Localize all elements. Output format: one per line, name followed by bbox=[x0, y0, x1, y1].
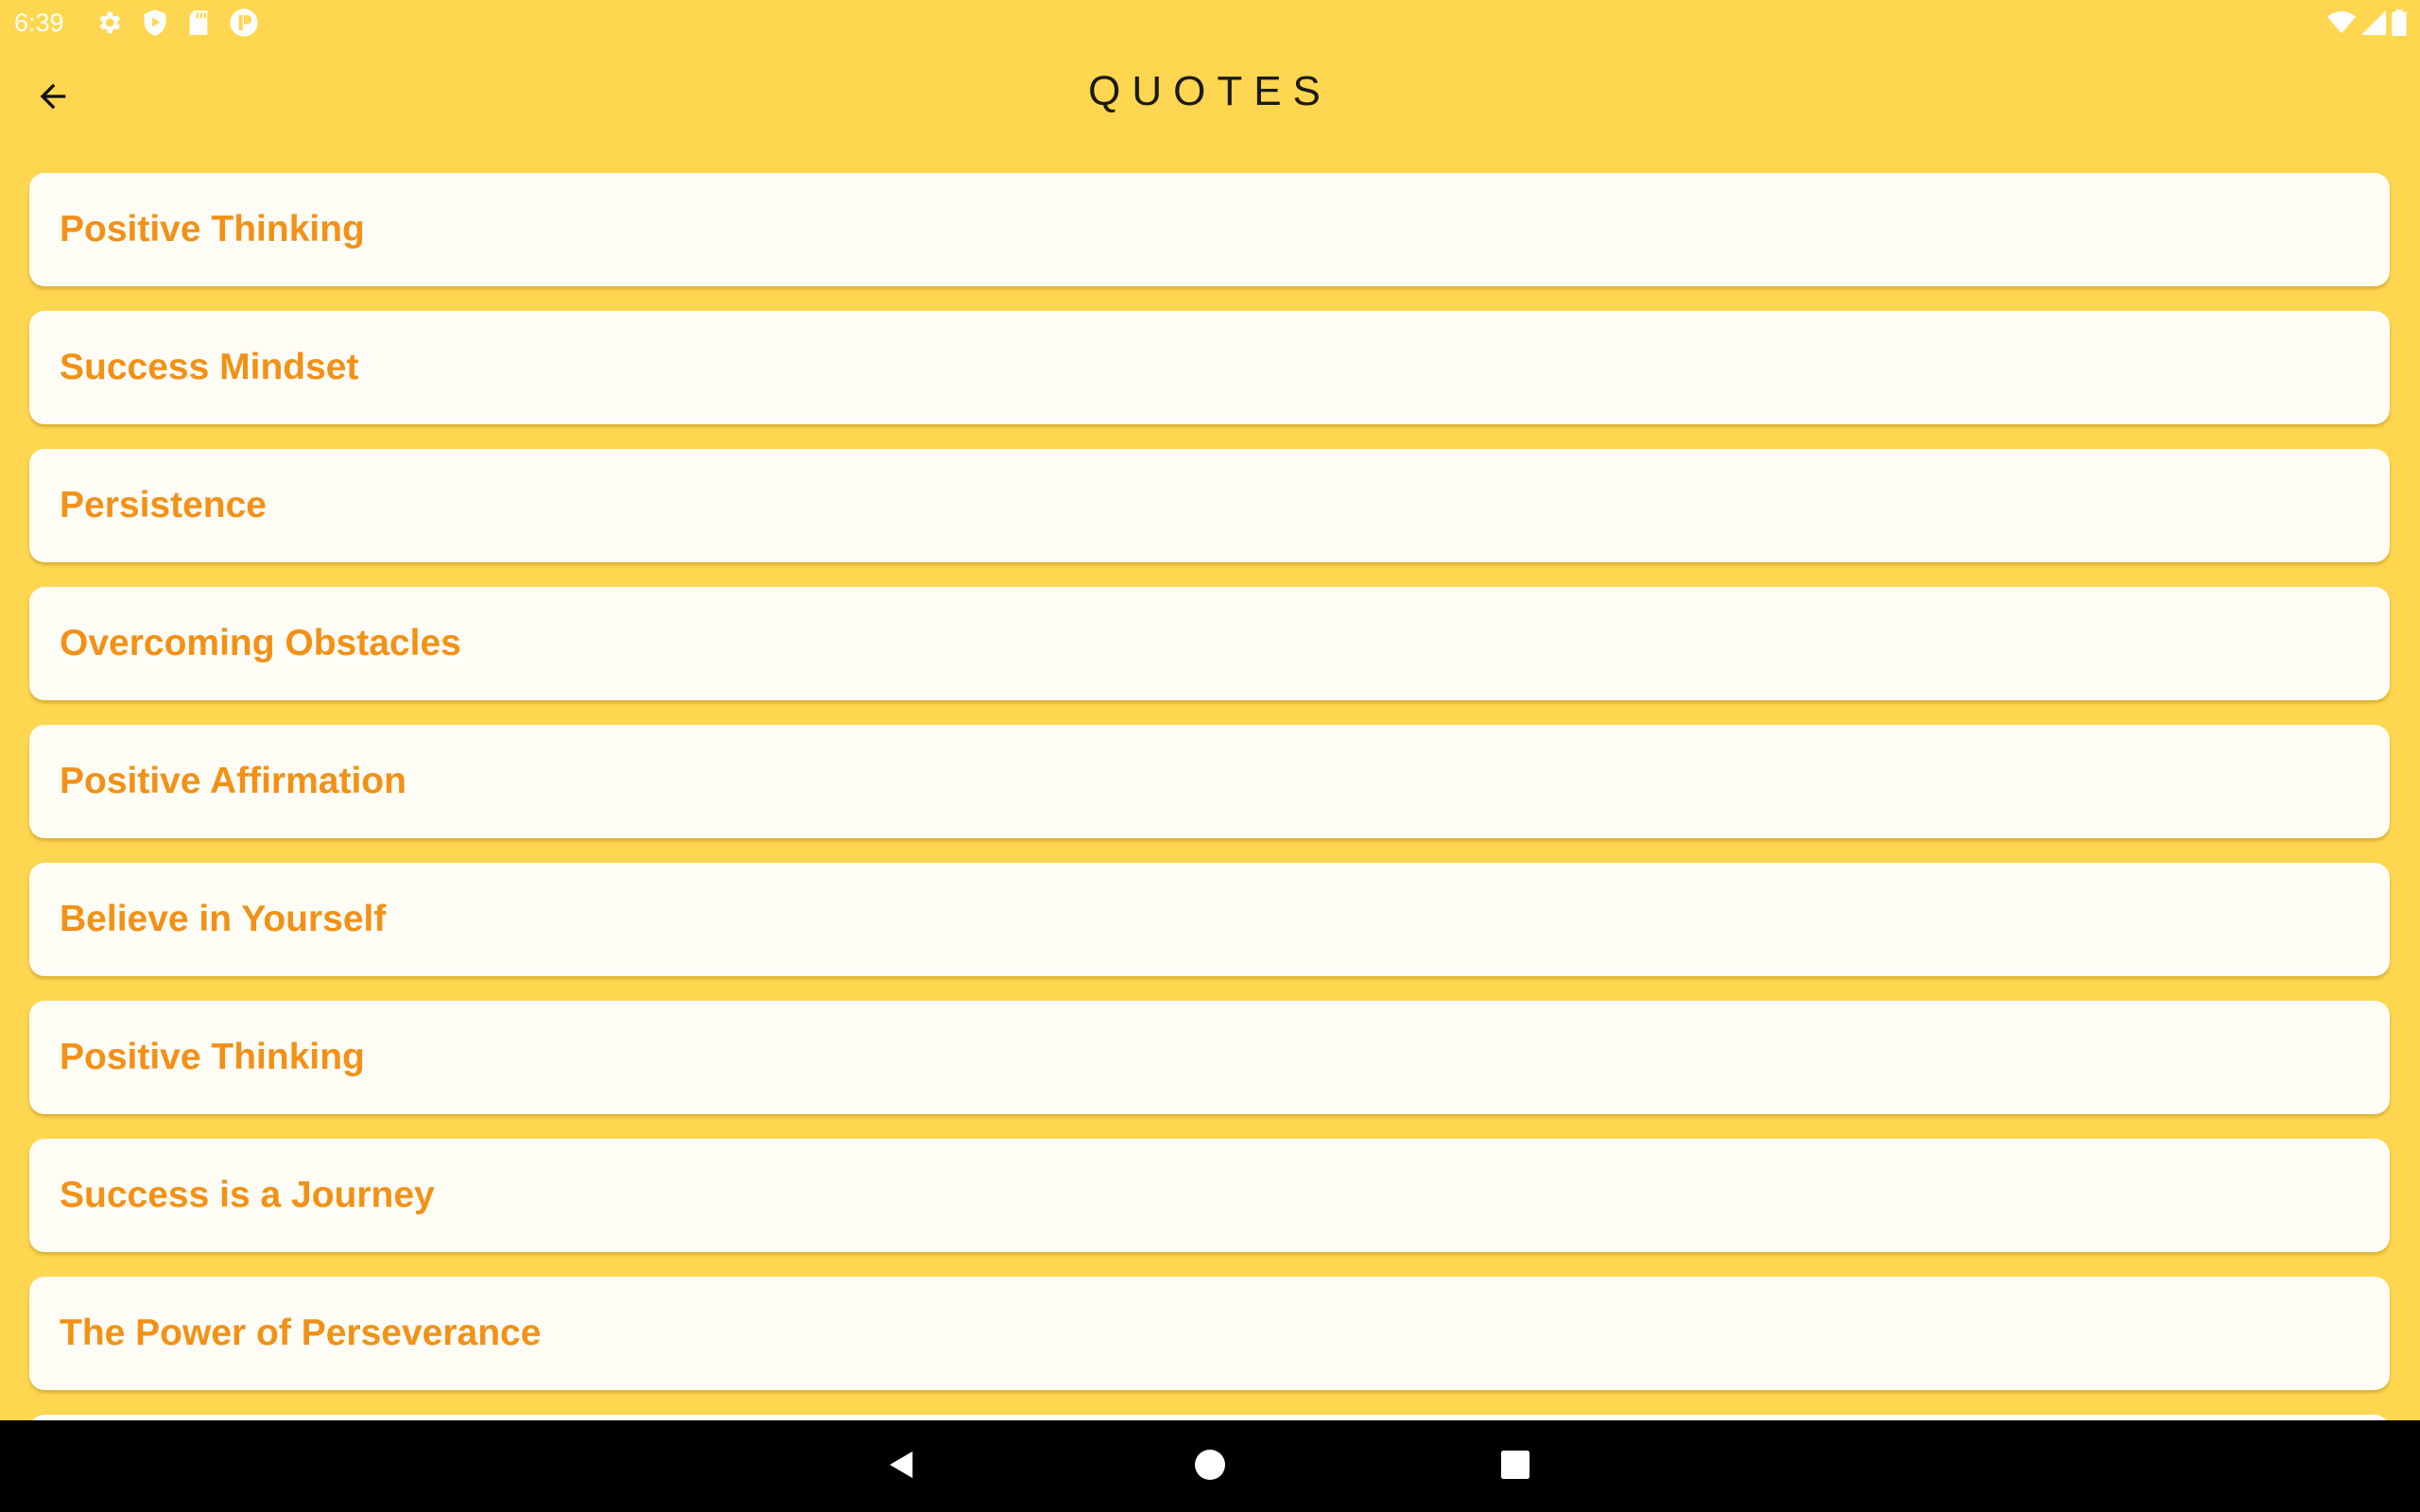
list-item-label: Success is a Journey bbox=[60, 1175, 435, 1215]
list-item[interactable]: Believe in Yourself bbox=[29, 863, 2390, 976]
recents-square-icon bbox=[1501, 1450, 1530, 1484]
signal-icon bbox=[2361, 10, 2386, 35]
list-item-label: Success Mindset bbox=[60, 347, 359, 387]
list-item[interactable]: Positive Thinking bbox=[29, 173, 2390, 286]
list-item[interactable]: Positive Affirmation bbox=[29, 725, 2390, 838]
page-title: QUOTES bbox=[1088, 68, 1332, 114]
list-item-label: Positive Affirmation bbox=[60, 761, 406, 801]
list-item-label: Positive Thinking bbox=[60, 1037, 365, 1077]
status-left: 6:39 bbox=[0, 8, 259, 38]
list-item[interactable]: The Power of Perseverance bbox=[29, 1277, 2390, 1390]
list-item[interactable]: Success is a Journey bbox=[29, 1139, 2390, 1252]
sd-card-icon bbox=[187, 9, 210, 36]
list-item-label: Persistence bbox=[60, 485, 267, 525]
list-item[interactable]: Overcoming Obstacles bbox=[29, 587, 2390, 700]
list-item-label: Overcoming Obstacles bbox=[60, 623, 461, 663]
list-item[interactable]: Positive Thinking bbox=[29, 1001, 2390, 1114]
quotes-screen: 6:39 QUOTES Positive Thinking Success Mi… bbox=[0, 0, 2420, 1512]
status-time: 6:39 bbox=[14, 8, 64, 37]
play-protect-icon bbox=[142, 9, 168, 37]
settings-icon bbox=[95, 9, 123, 37]
nav-recents-button[interactable] bbox=[1488, 1439, 1543, 1494]
battery-icon bbox=[2392, 9, 2407, 36]
quotes-list: Positive Thinking Success Mindset Persis… bbox=[29, 173, 2390, 1452]
list-item-label: The Power of Perseverance bbox=[60, 1313, 542, 1353]
list-item-label: Believe in Yourself bbox=[60, 899, 387, 939]
list-item[interactable]: Persistence bbox=[29, 449, 2390, 562]
back-triangle-icon bbox=[886, 1449, 918, 1486]
status-right bbox=[2327, 9, 2420, 36]
app-bar: QUOTES bbox=[0, 45, 2420, 149]
system-nav-bar bbox=[0, 1420, 2420, 1512]
status-bar: 6:39 bbox=[0, 0, 2420, 45]
nav-home-button[interactable] bbox=[1183, 1439, 1237, 1494]
list-item[interactable]: Success Mindset bbox=[29, 311, 2390, 424]
nav-back-button[interactable] bbox=[874, 1439, 929, 1494]
wifi-icon bbox=[2327, 10, 2356, 35]
list-item-label: Positive Thinking bbox=[60, 209, 365, 249]
app-notification-icon bbox=[229, 8, 259, 38]
home-circle-icon bbox=[1195, 1449, 1225, 1485]
